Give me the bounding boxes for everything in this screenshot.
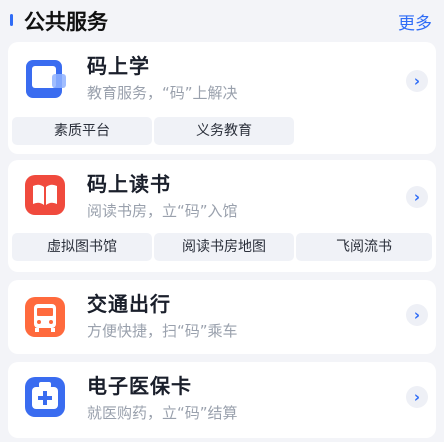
medical-kit-icon	[20, 372, 70, 422]
bus-icon	[20, 292, 70, 342]
service-subtitle: 方便快捷，扫“码”乘车	[87, 322, 238, 340]
service-title: 码上读书	[87, 172, 171, 196]
service-subtitle: 就医购药，立“码”结算	[87, 404, 238, 422]
service-card-transport[interactable]: 交通出行 方便快捷，扫“码”乘车 ›	[8, 280, 436, 354]
chip-flying-books[interactable]: 飞阅流书	[296, 233, 432, 261]
chevron-right-icon[interactable]: ›	[406, 304, 428, 326]
more-link[interactable]: 更多	[398, 9, 432, 34]
service-title: 电子医保卡	[87, 374, 192, 398]
tablet-icon	[20, 54, 70, 104]
chevron-right-icon[interactable]: ›	[406, 386, 428, 408]
service-title: 交通出行	[87, 292, 171, 316]
chevron-right-icon[interactable]: ›	[406, 70, 428, 92]
chip-reading-room-map[interactable]: 阅读书房地图	[154, 233, 294, 261]
service-card-medical-insurance[interactable]: 电子医保卡 就医购药，立“码”结算 ›	[8, 362, 436, 438]
section-title: 公共服务	[24, 10, 108, 34]
chip-compulsory-education[interactable]: 义务教育	[154, 117, 294, 145]
open-book-icon	[20, 170, 70, 220]
service-subtitle: 教育服务，“码”上解决	[87, 84, 238, 102]
section-header: 公共服务 更多	[0, 0, 444, 40]
service-subtitle: 阅读书房，立“码”入馆	[87, 202, 238, 220]
chevron-right-icon[interactable]: ›	[406, 186, 428, 208]
chip-quality-platform[interactable]: 素质平台	[12, 117, 152, 145]
service-card-study[interactable]: 码上学 教育服务，“码”上解决 › 素质平台 义务教育	[8, 42, 436, 154]
service-title: 码上学	[87, 54, 150, 78]
header-accent-bar	[10, 14, 13, 26]
chip-virtual-library[interactable]: 虚拟图书馆	[12, 233, 152, 261]
service-card-reading[interactable]: 码上读书 阅读书房，立“码”入馆 › 虚拟图书馆 阅读书房地图 飞阅流书	[8, 160, 436, 272]
